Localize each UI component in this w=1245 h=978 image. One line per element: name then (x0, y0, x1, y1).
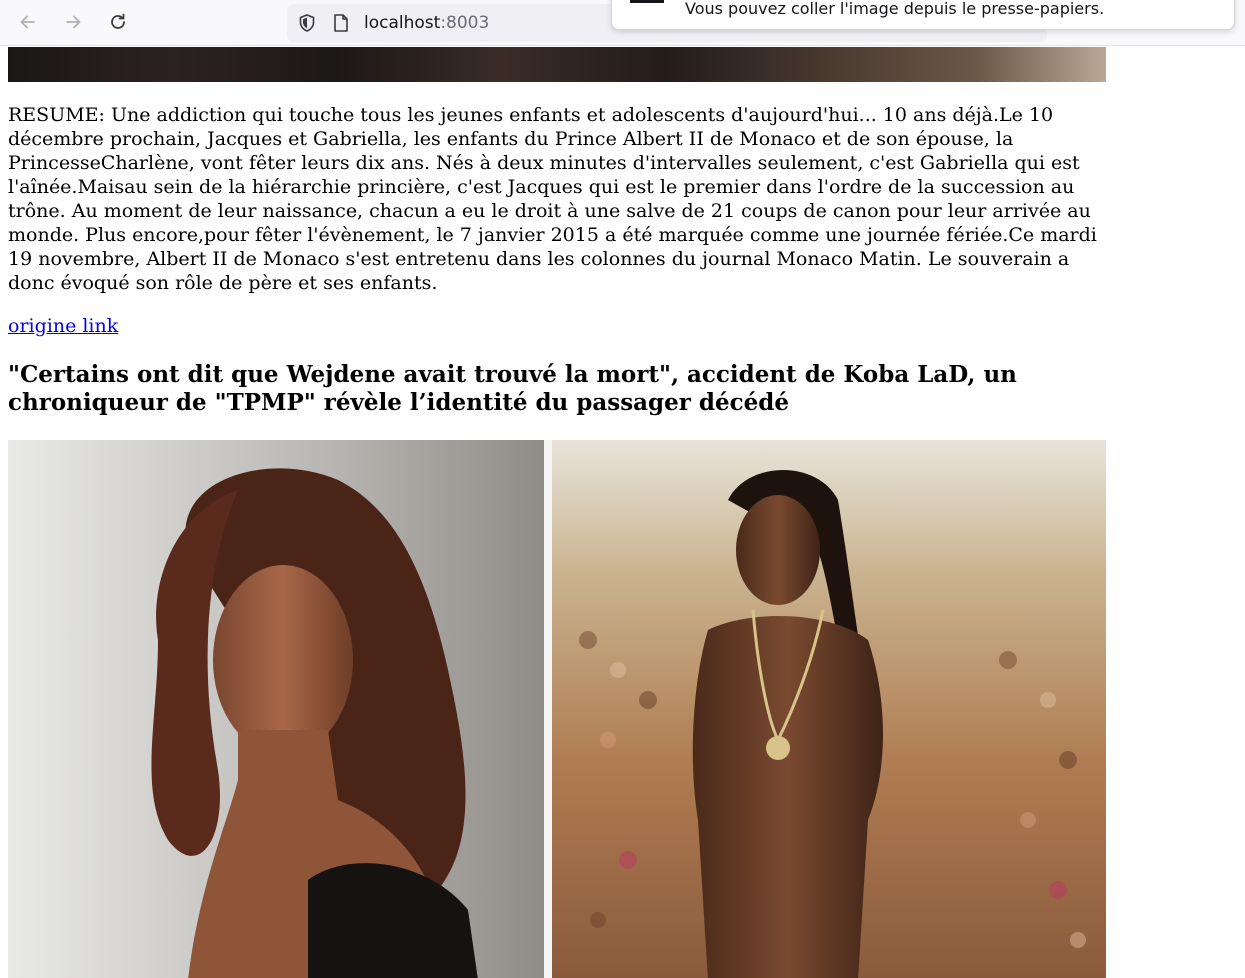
page-info-icon[interactable] (332, 13, 350, 33)
clipboard-notification: Vous pouvez coller l'image depuis le pre… (611, 0, 1235, 30)
article-resume: RESUME: Une addiction qui touche tous le… (8, 104, 1097, 294)
url-port: :8003 (440, 13, 490, 33)
article-photo (8, 440, 1106, 978)
reload-icon (111, 13, 125, 29)
reload-button[interactable] (101, 6, 135, 38)
url-text[interactable]: localhost:8003 (364, 13, 489, 33)
notification-text: Vous pouvez coller l'image depuis le pre… (685, 0, 1105, 18)
back-arrow-icon (20, 15, 35, 29)
forward-arrow-icon (66, 15, 81, 29)
url-host: localhost (364, 13, 441, 33)
article-image (8, 440, 1106, 978)
back-button[interactable] (11, 6, 45, 38)
origin-link[interactable]: origine link (8, 314, 118, 338)
previous-article-image (8, 47, 1106, 82)
notification-icon (630, 0, 664, 3)
article-headline: "Certains ont dit que Wejdene avait trou… (8, 361, 1017, 416)
tracking-shield-icon[interactable] (297, 13, 317, 33)
forward-button[interactable] (56, 6, 90, 38)
page-content: RESUME: Une addiction qui touche tous le… (0, 47, 1245, 978)
browser-toolbar: localhost:8003 Vous pouvez coller l'imag… (0, 0, 1245, 46)
